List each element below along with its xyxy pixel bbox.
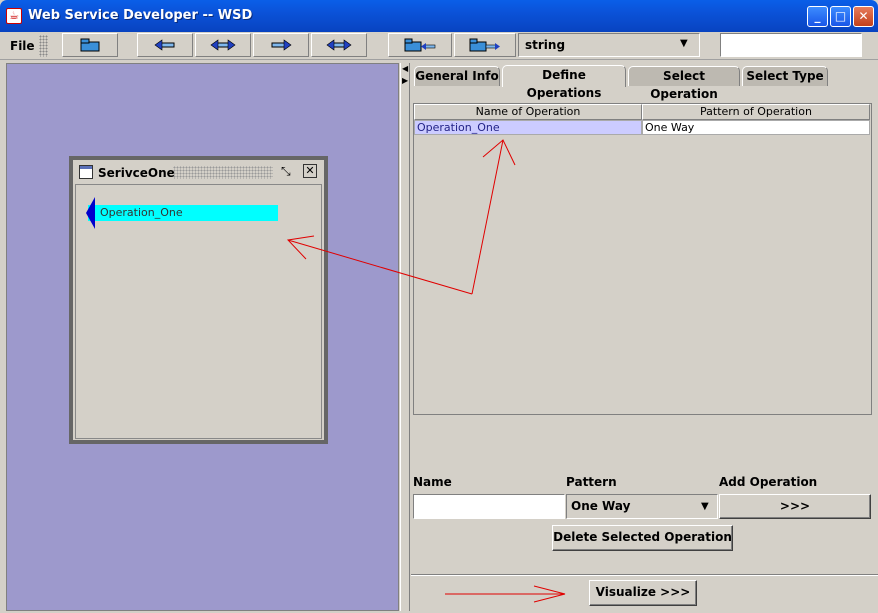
export-button[interactable] bbox=[454, 33, 516, 57]
service-window-body: Operation_One bbox=[75, 184, 322, 439]
operation-node[interactable]: Operation_One bbox=[88, 205, 278, 221]
window-title: Web Service Developer -- WSD bbox=[28, 8, 253, 23]
java-cup-icon: ☕ bbox=[6, 8, 22, 24]
toolbar-grip[interactable] bbox=[39, 35, 48, 57]
tab-select-operation[interactable]: Select Operation bbox=[628, 66, 740, 101]
in-out-operation-button[interactable] bbox=[195, 33, 251, 57]
column-header-name[interactable]: Name of Operation bbox=[414, 104, 642, 120]
arrow-left-icon bbox=[86, 197, 95, 229]
in-operation-button[interactable] bbox=[137, 33, 193, 57]
arrow-right-icon bbox=[271, 39, 292, 51]
file-menu[interactable]: File bbox=[10, 39, 35, 53]
divider bbox=[411, 575, 878, 576]
expand-right-icon[interactable]: ▶ bbox=[402, 76, 408, 85]
import-button[interactable] bbox=[388, 33, 452, 57]
table-cell-pattern[interactable]: One Way bbox=[642, 120, 870, 135]
split-pane-divider[interactable] bbox=[400, 63, 410, 611]
service-window-title: SerivceOne bbox=[98, 166, 175, 180]
maximize-button[interactable]: □ bbox=[830, 6, 851, 27]
operations-table[interactable] bbox=[413, 103, 872, 415]
close-button[interactable]: ✕ bbox=[853, 6, 874, 27]
chevron-down-icon[interactable]: ▼ bbox=[701, 501, 709, 512]
add-operation-label: Add Operation bbox=[719, 475, 818, 489]
delete-operation-button[interactable]: Delete Selected Operation bbox=[552, 525, 733, 551]
maximize-icon: □ bbox=[834, 9, 847, 23]
search-input[interactable] bbox=[720, 33, 862, 57]
arrow-both-icon bbox=[210, 39, 236, 51]
tab-select-type[interactable]: Select Type bbox=[742, 66, 828, 86]
annotation-arrowhead-right bbox=[533, 585, 566, 603]
type-select-value: string bbox=[525, 38, 566, 52]
minimize-icon: _ bbox=[814, 9, 821, 23]
out-in-operation-button[interactable] bbox=[311, 33, 367, 57]
service-window[interactable]: SerivceOne ⤡ ✕ Operation_One bbox=[69, 156, 328, 444]
type-select[interactable]: string bbox=[518, 33, 700, 57]
window-icon bbox=[79, 165, 93, 179]
table-cell-name[interactable]: Operation_One bbox=[414, 120, 642, 135]
chevron-down-icon[interactable]: ▼ bbox=[680, 38, 688, 49]
collapse-left-icon[interactable]: ◀ bbox=[402, 64, 408, 73]
pattern-select-value: One Way bbox=[571, 499, 631, 513]
service-window-titlebar[interactable]: SerivceOne ⤡ ✕ bbox=[73, 160, 324, 184]
close-icon: ✕ bbox=[858, 9, 869, 23]
tab-define-operations[interactable]: Define Operations bbox=[502, 65, 626, 100]
close-icon[interactable]: ✕ bbox=[303, 164, 317, 178]
arrow-both-alt-icon bbox=[326, 39, 352, 51]
add-operation-button[interactable]: >>> bbox=[719, 494, 871, 519]
drag-grip[interactable] bbox=[173, 166, 273, 179]
minimize-button[interactable]: _ bbox=[807, 6, 828, 27]
folder-icon bbox=[80, 38, 100, 52]
operation-name-input[interactable] bbox=[413, 494, 565, 519]
resize-icon[interactable]: ⤡ bbox=[281, 165, 295, 179]
pattern-select[interactable]: One Way bbox=[566, 494, 718, 519]
arrow-left-icon bbox=[154, 39, 175, 51]
tab-general-info[interactable]: General Info bbox=[414, 66, 500, 86]
add-service-button[interactable] bbox=[62, 33, 118, 57]
pattern-label: Pattern bbox=[566, 475, 617, 489]
folder-in-icon bbox=[404, 38, 436, 52]
folder-out-icon bbox=[469, 38, 500, 52]
out-operation-button[interactable] bbox=[253, 33, 309, 57]
visualize-button[interactable]: Visualize >>> bbox=[589, 580, 697, 606]
name-label: Name bbox=[413, 475, 452, 489]
column-header-pattern[interactable]: Pattern of Operation bbox=[642, 104, 870, 120]
